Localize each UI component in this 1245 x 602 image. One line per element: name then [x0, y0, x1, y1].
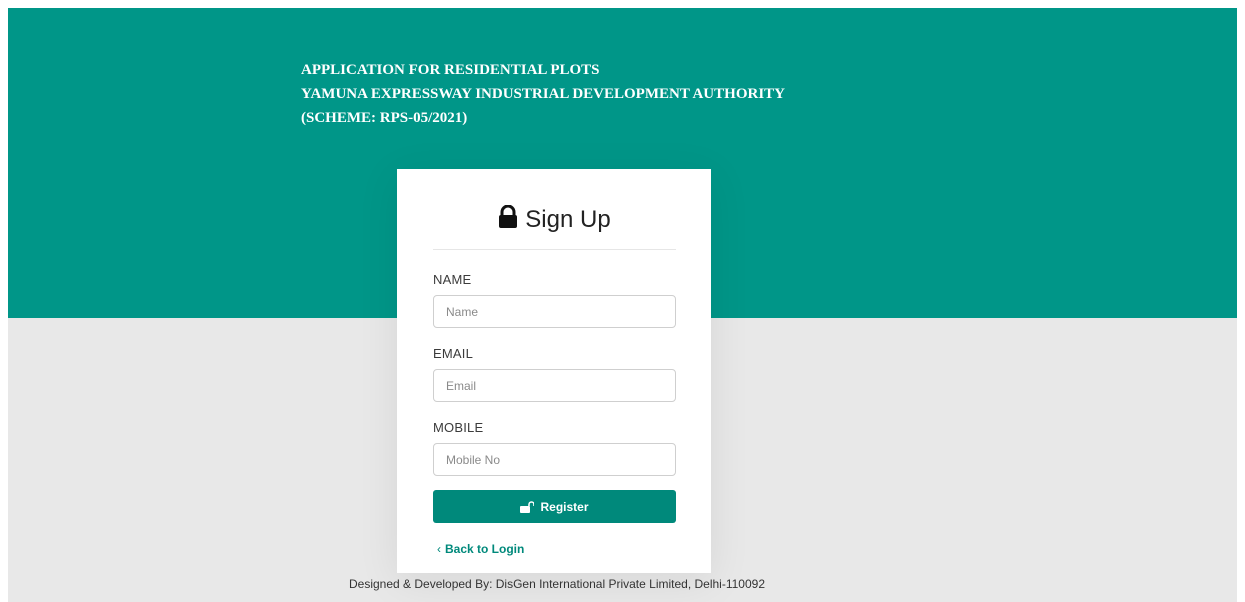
unlock-icon [520, 500, 535, 513]
name-input[interactable] [433, 295, 676, 328]
header-title-line-3: (SCHEME: RPS-05/2021) [301, 110, 468, 126]
title-divider [433, 249, 676, 250]
register-button[interactable]: Register [433, 490, 676, 523]
mobile-input[interactable] [433, 443, 676, 476]
header-titles: APPLICATION FOR RESIDENTIAL PLOTS YAMUNA… [301, 58, 785, 130]
chevron-left-icon: ‹ [437, 542, 441, 556]
name-label: NAME [433, 272, 472, 287]
email-label: EMAIL [433, 346, 474, 361]
register-label: Register [540, 499, 589, 514]
header-title-line-2: YAMUNA EXPRESSWAY INDUSTRIAL DEVELOPMENT… [301, 86, 785, 102]
footer-credits: Designed & Developed By: DisGen Internat… [348, 577, 765, 591]
lock-icon [499, 205, 518, 228]
mobile-label: MOBILE [433, 420, 484, 435]
header-title-line-1: APPLICATION FOR RESIDENTIAL PLOTS [301, 62, 600, 78]
email-input[interactable] [433, 369, 676, 402]
page: APPLICATION FOR RESIDENTIAL PLOTS YAMUNA… [8, 8, 1237, 602]
back-to-login-link[interactable]: ‹ Back to Login [437, 541, 524, 557]
signup-card: Sign Up NAME EMAIL MOBILE Register ‹ Back… [397, 169, 711, 573]
back-to-login-label: Back to Login [445, 542, 525, 556]
signup-title: Sign Up [397, 205, 711, 235]
signup-title-text: Sign Up [525, 206, 611, 233]
